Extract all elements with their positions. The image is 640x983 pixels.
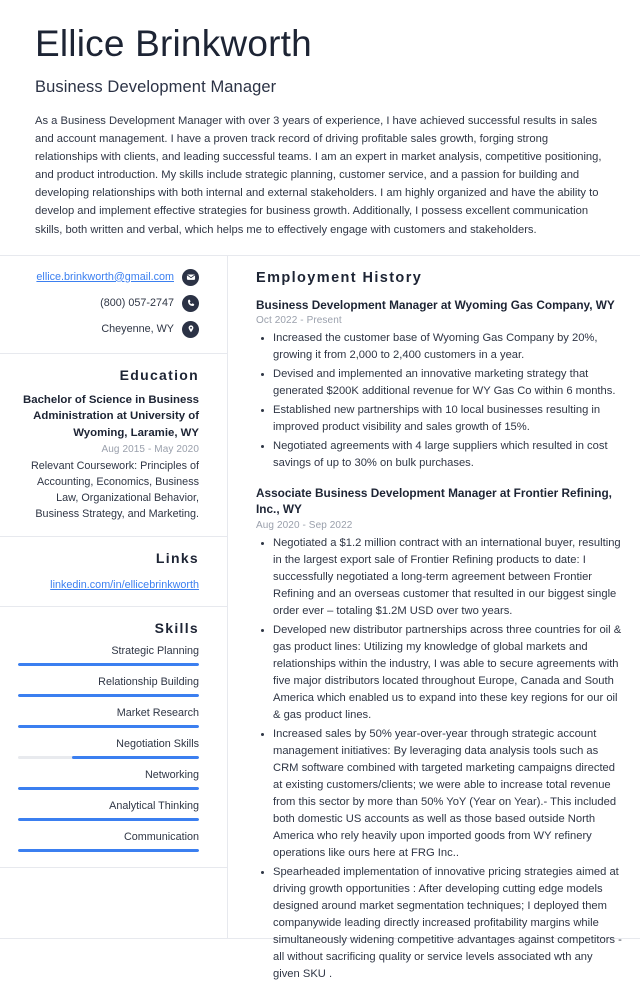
map-pin-icon [182,320,199,338]
resume-body: ellice.brinkworth@gmail.com (800) 057-27… [0,255,640,980]
employment-entry: Business Development Manager at Wyoming … [256,297,622,472]
skill-bar-track [18,786,199,790]
employment-bullet: Increased sales by 50% year-over-year th… [256,726,622,862]
contact-email-row[interactable]: ellice.brinkworth@gmail.com [18,268,199,286]
education-dates: Aug 2015 - May 2020 [101,444,199,456]
contact-phone-row[interactable]: (800) 057-2747 [18,294,199,312]
skill-label: Relationship Building [98,676,199,689]
contact-location-text: Cheyenne, WY [101,322,174,335]
skill-bar-fill [18,694,199,698]
page-title: Ellice Brinkworth [35,23,312,64]
contact-phone-text: (800) 057-2747 [100,296,174,309]
link-item-linkedin[interactable]: linkedin.com/in/ellicebrinkworth [50,579,199,591]
employment-entry: Associate Business Development Manager a… [256,485,622,983]
skill-bar-fill [18,786,199,790]
employment-history-heading: Employment History [256,269,423,286]
skill-label: Negotiation Skills [116,737,199,750]
links-block: Links linkedin.com/in/ellicebrinkworth [0,537,227,608]
employment-bullet: Developed new distributor partnerships a… [256,622,622,724]
sidebar: ellice.brinkworth@gmail.com (800) 057-27… [0,255,228,938]
skill-item: Analytical Thinking [18,800,199,821]
skill-label: Communication [123,830,199,843]
education-degree: Bachelor of Science in Business Administ… [23,393,199,439]
education-block: Education Bachelor of Science in Busines… [0,354,227,538]
skill-bar-fill [18,724,199,728]
skill-label: Analytical Thinking [109,799,199,812]
skill-bar-track [18,848,199,852]
skill-bar-track [18,663,199,667]
phone-icon [182,294,199,312]
links-list: linkedin.com/in/ellicebrinkworth [18,575,199,593]
education-coursework: Relevant Coursework: Principles of Accou… [30,460,199,521]
skill-bar-track [18,817,199,821]
employment-dates: Aug 2020 - Sep 2022 [256,519,353,531]
employment-bullet: Established new partnerships with 10 loc… [256,402,622,436]
employment-role: Business Development Manager at Wyoming … [256,297,615,312]
employment-bullets: Negotiated a $1.2 million contract with … [256,535,622,983]
employment-bullet: Increased the customer base of Wyoming G… [256,330,622,364]
resume-header: Ellice Brinkworth Business Development M… [0,0,640,255]
employment-bullet: Negotiated a $1.2 million contract with … [256,535,622,620]
education-heading: Education [119,366,199,383]
main-content: Employment History Business Development … [228,256,640,980]
resume-page: Ellice Brinkworth Business Development M… [0,0,640,980]
contact-email-link[interactable]: ellice.brinkworth@gmail.com [36,271,174,284]
header-job-title: Business Development Manager [35,77,277,96]
skill-bar-track [18,694,199,698]
skill-item: Communication [18,831,199,852]
skill-item: Relationship Building [18,676,199,698]
skill-bar-fill [18,848,199,852]
skill-item: Strategic Planning [18,645,199,667]
skill-label: Strategic Planning [111,645,199,658]
employment-dates: Oct 2022 - Present [256,314,342,326]
employment-bullet: Devised and implemented an innovative ma… [256,366,622,400]
skill-item: Negotiation Skills [18,738,199,759]
skill-label: Market Research [116,707,199,720]
skills-heading: Skills [154,620,199,637]
employment-bullet: Spearheaded implementation of innovative… [256,864,622,983]
skill-label: Networking [144,768,199,781]
skill-bar-fill [72,755,199,759]
skill-item: Market Research [18,707,199,728]
employment-bullets: Increased the customer base of Wyoming G… [256,330,622,472]
skills-block: Skills Strategic Planning Relationship B… [0,607,227,868]
skill-item: Networking [18,769,199,790]
skill-bar-fill [18,817,199,821]
links-heading: Links [155,550,199,567]
contact-block: ellice.brinkworth@gmail.com (800) 057-27… [0,256,227,354]
contact-location-row[interactable]: Cheyenne, WY [18,320,199,338]
skill-bar-fill [18,663,199,667]
professional-summary: As a Business Development Manager with o… [35,114,602,236]
skill-bar-track [18,724,199,728]
employment-bullet: Negotiated agreements with 4 large suppl… [256,438,622,472]
envelope-icon [182,268,199,286]
skill-bar-track [18,755,199,759]
employment-role: Associate Business Development Manager a… [256,486,612,517]
